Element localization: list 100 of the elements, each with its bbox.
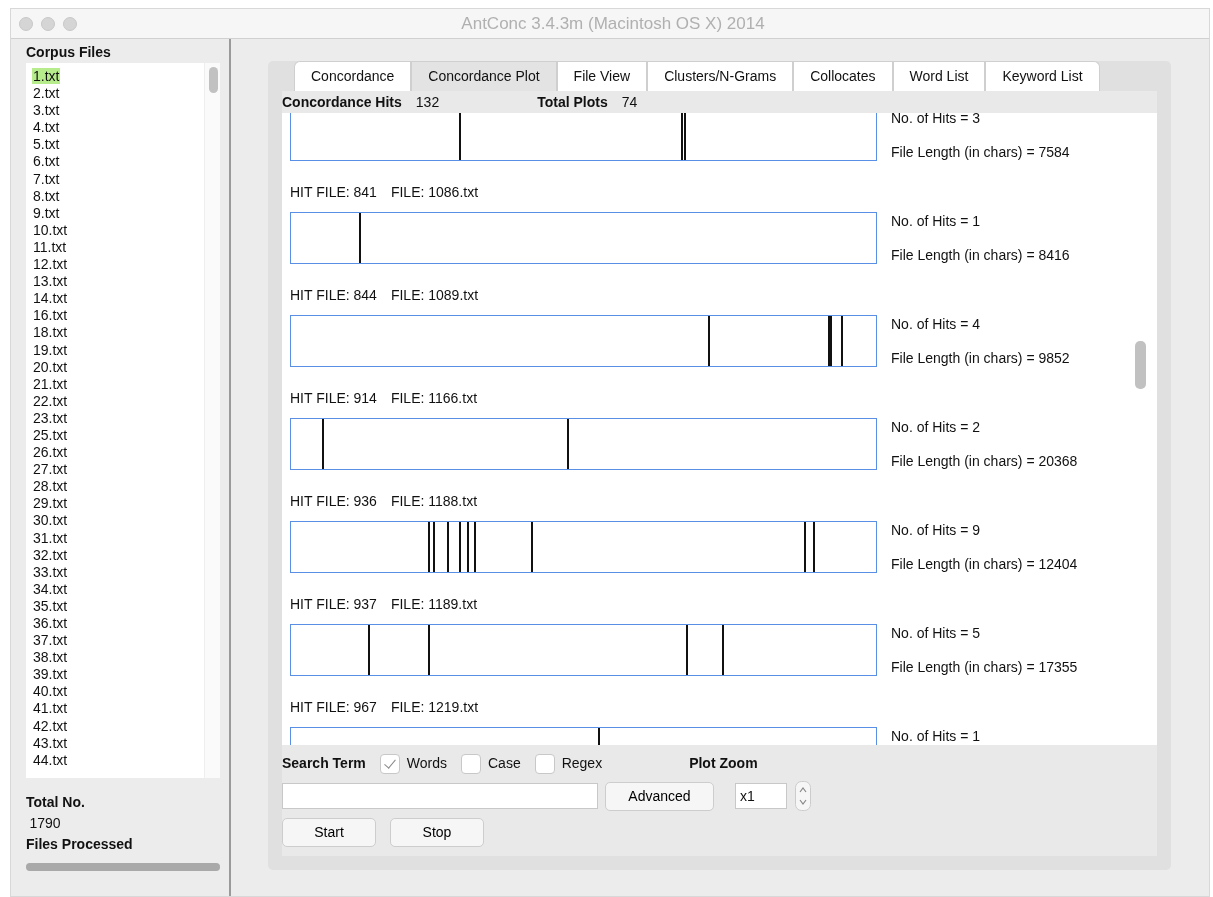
hit-file-label: HIT FILE: 967	[290, 699, 377, 715]
tab[interactable]: Concordance	[294, 61, 412, 91]
checkbox-label: Case	[488, 754, 521, 773]
hits-count: No. of Hits = 4	[891, 315, 982, 333]
file-item[interactable]: 36.txt	[32, 615, 69, 631]
hit-file-label: HIT FILE: 844	[290, 287, 377, 303]
file-item[interactable]: 14.txt	[32, 290, 69, 307]
window-control-icon[interactable]	[19, 16, 33, 31]
file-length: File Length (in chars) = 12404	[891, 555, 1078, 573]
checkbox[interactable]	[461, 753, 481, 774]
hits-count: No. of Hits = 1	[891, 212, 982, 230]
file-item[interactable]: 25.txt	[32, 426, 69, 443]
window-control-icon[interactable]	[41, 16, 55, 31]
file-item[interactable]: 37.txt	[32, 632, 69, 649]
start-button[interactable]: Start	[282, 818, 376, 847]
checkbox-label: Regex	[561, 754, 603, 773]
stat-value: 132	[415, 92, 440, 112]
list-heading: Corpus Files	[26, 43, 112, 62]
file-item[interactable]: 30.txt	[32, 512, 69, 529]
tab[interactable]: Concordance Plot	[411, 61, 557, 91]
checkbox[interactable]	[379, 753, 400, 774]
file-item[interactable]: 11.txt	[32, 238, 68, 255]
file-length: File Length (in chars) = 7584	[891, 143, 1070, 161]
hit-file-label: HIT FILE: 841	[290, 184, 377, 200]
stat-label: Total Plots	[537, 92, 608, 112]
file-name: FILE: 1189.txt	[390, 596, 478, 612]
file-length: File Length (in chars) = 20368	[891, 452, 1078, 470]
stepper-icon[interactable]	[795, 781, 811, 811]
file-item[interactable]: 31.txt	[32, 529, 69, 546]
total-label: Total No.	[26, 793, 86, 812]
file-name: FILE: 1188.txt	[390, 493, 478, 509]
file-item[interactable]: 43.txt	[32, 734, 69, 751]
file-item[interactable]: 32.txt	[32, 546, 69, 563]
processed-label: Files Processed	[26, 835, 134, 854]
file-name: FILE: 1219.txt	[390, 699, 479, 715]
file-item[interactable]: 8.txt	[32, 187, 61, 204]
file-item[interactable]: 21.txt	[32, 375, 69, 392]
search-field[interactable]	[282, 783, 598, 809]
hits-count: No. of Hits = 9	[891, 521, 982, 539]
file-item[interactable]: 3.txt	[32, 102, 61, 119]
file-item[interactable]: 38.txt	[32, 649, 69, 666]
hits-count: No. of Hits = 1	[891, 727, 981, 745]
hit-file-label: HIT FILE: 937	[290, 596, 377, 612]
file-item[interactable]: 27.txt	[32, 461, 69, 478]
file-item[interactable]: 39.txt	[32, 666, 69, 683]
scroll-thumb[interactable]	[1135, 341, 1146, 389]
file-length: File Length (in chars) = 17355	[891, 658, 1078, 676]
file-item[interactable]: 34.txt	[32, 580, 69, 597]
tab[interactable]: Clusters/N-Grams	[647, 61, 794, 91]
file-item[interactable]: 28.txt	[32, 478, 69, 495]
file-item[interactable]: 12.txt	[32, 256, 69, 273]
stat-label: Concordance Hits	[282, 92, 402, 112]
file-item[interactable]: 13.txt	[32, 273, 69, 290]
file-item[interactable]: 41.txt	[32, 700, 69, 717]
file-name: FILE: 1086.txt	[390, 184, 479, 200]
file-item[interactable]: 44.txt	[32, 751, 69, 768]
file-item[interactable]: 4.txt	[32, 119, 61, 136]
file-item[interactable]: 33.txt	[32, 563, 69, 580]
file-item[interactable]: 40.txt	[32, 683, 69, 700]
hits-count: No. of Hits = 2	[891, 418, 982, 436]
file-item[interactable]: 23.txt	[32, 409, 69, 426]
file-item[interactable]: 22.txt	[32, 392, 69, 409]
stop-button[interactable]: Stop	[390, 818, 484, 847]
file-name: FILE: 1166.txt	[390, 390, 478, 406]
file-length: File Length (in chars) = 9852	[891, 349, 1070, 367]
file-name: FILE: 1089.txt	[390, 287, 479, 303]
checkbox-label: Words	[406, 754, 447, 773]
tab[interactable]: Word List	[892, 61, 986, 91]
hit-file-label: HIT FILE: 936	[290, 493, 377, 509]
file-item[interactable]: 1.txt	[32, 68, 61, 84]
file-item[interactable]: 7.txt	[32, 170, 61, 187]
window-control-icon[interactable]	[63, 16, 77, 31]
file-item[interactable]: 5.txt	[32, 136, 61, 153]
file-item[interactable]: 26.txt	[32, 444, 69, 461]
stat-value: 74	[621, 92, 638, 112]
total-value: 1790	[28, 814, 62, 833]
file-item[interactable]: 6.txt	[32, 153, 61, 170]
tab[interactable]: File View	[556, 61, 648, 91]
file-item[interactable]: 42.txt	[32, 717, 69, 734]
tab[interactable]: Collocates	[793, 61, 893, 91]
tab[interactable]: Keyword List	[985, 61, 1100, 91]
file-item[interactable]: 20.txt	[32, 358, 69, 375]
file-item[interactable]: 19.txt	[32, 341, 69, 358]
zoom-label: Plot Zoom	[689, 754, 758, 773]
scroll-thumb[interactable]	[209, 67, 218, 93]
file-item[interactable]: 10.txt	[32, 221, 69, 238]
file-item[interactable]: 16.txt	[32, 307, 69, 324]
hits-count: No. of Hits = 5	[891, 624, 982, 642]
hits-count: No. of Hits = 3	[891, 113, 982, 127]
search-label: Search Term	[282, 754, 366, 773]
file-item[interactable]: 35.txt	[32, 597, 69, 614]
hit-file-label: HIT FILE: 914	[290, 390, 377, 406]
file-item[interactable]: 2.txt	[32, 85, 61, 102]
file-item[interactable]: 9.txt	[32, 204, 61, 221]
file-item[interactable]: 18.txt	[32, 324, 69, 341]
checkbox[interactable]	[534, 753, 555, 774]
zoom-field[interactable]: x1	[735, 783, 787, 809]
file-item[interactable]: 29.txt	[32, 495, 69, 512]
advanced-button[interactable]: Advanced	[605, 781, 714, 811]
window-title: AntConc 3.4.3m (Macintosh OS X) 2014	[460, 12, 766, 35]
